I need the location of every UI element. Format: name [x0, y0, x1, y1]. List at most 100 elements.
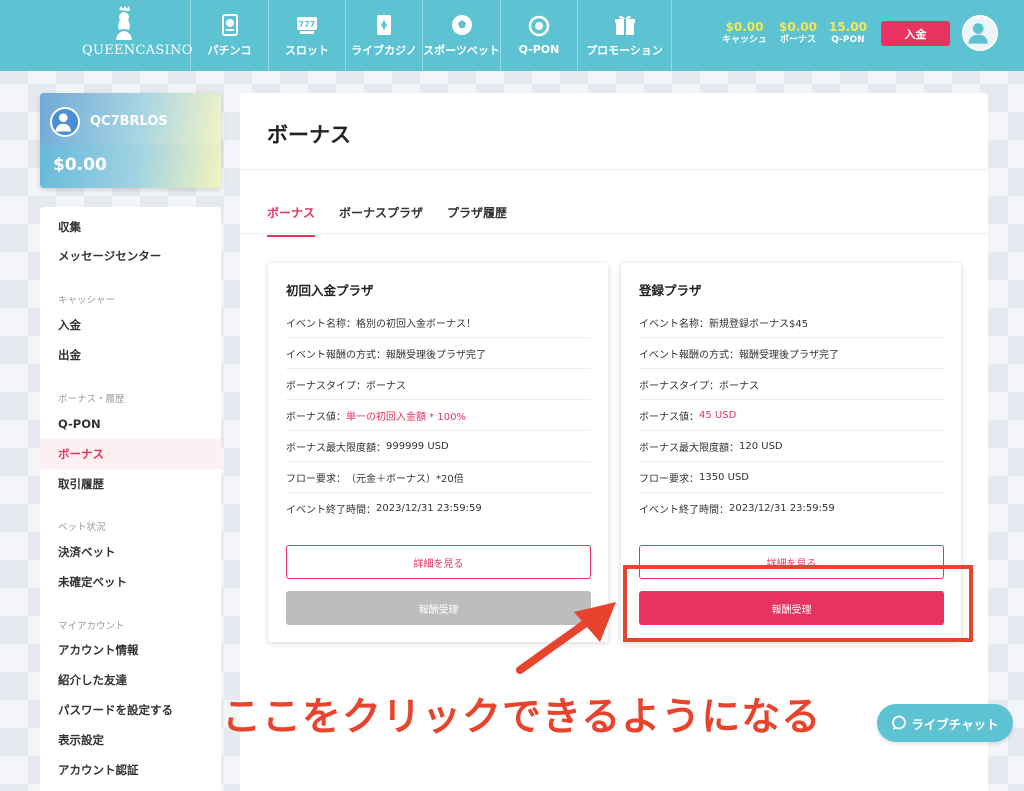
row-value: 報酬受理後プラザ完了 — [739, 349, 839, 361]
divider — [240, 169, 988, 170]
main-nav: パチンコ 777 スロット ライブカジノ スポーツベット Q-PON プロモーシ… — [190, 0, 672, 71]
row-label: イベント終了時間： — [639, 505, 729, 516]
card-row-end-time: イベント終了時間： 2023/12/31 23:59:59 — [286, 493, 591, 524]
queen-casino-logo[interactable]: QUEENCASINO — [0, 0, 193, 71]
row-value: 120 USD — [739, 440, 783, 452]
balance-amount: $0.00 — [725, 20, 764, 34]
nav-slot[interactable]: 777 スロット — [268, 0, 345, 71]
card-row-bonus-value: ボーナス値： 45 USD — [639, 400, 944, 431]
row-value: （元金＋ボーナス）*20倍 — [346, 473, 464, 485]
card-title: 初回入金プラザ — [286, 283, 374, 298]
card-row-end-time: イベント終了時間： 2023/12/31 23:59:59 — [639, 493, 944, 524]
sidebar-item-unsettled-bets[interactable]: 未確定ベット — [40, 567, 221, 597]
row-value: 格別の初回入金ボーナス！ — [356, 318, 476, 330]
row-label: イベント終了時間： — [286, 505, 376, 516]
row-label: イベント報酬の方式： — [639, 349, 739, 361]
card-row-reward-method: イベント報酬の方式： 報酬受理後プラザ完了 — [286, 338, 591, 369]
top-header: QUEENCASINO パチンコ 777 スロット ライブカジノ スポーツベット… — [0, 0, 1024, 71]
row-value: ボーナス — [719, 380, 759, 392]
sidebar-item-display-settings[interactable]: 表示設定 — [40, 725, 221, 755]
sidebar-item-qpon[interactable]: Q-PON — [40, 409, 221, 439]
annotation-caption: ここをクリックできるようになる — [222, 695, 822, 740]
card-row-bonus-value: ボーナス値： 単一の初回入金額 * 100% — [286, 400, 591, 431]
gift-icon — [614, 15, 635, 35]
account-sidebar: 収集 メッセージセンター キャッシャー 入金 出金 ボーナス・履歴 Q-PON … — [40, 207, 221, 791]
profile-avatar-icon — [50, 107, 80, 137]
qpon-icon — [528, 15, 550, 37]
sidebar-item-referred-friends[interactable]: 紹介した友達 — [40, 665, 221, 695]
row-label: フロー要求： — [286, 473, 346, 485]
first-deposit-plaza-card: 初回入金プラザ イベント名称： 格別の初回入金ボーナス！ イベント報酬の方式： 報酬… — [268, 263, 608, 642]
sidebar-item-withdraw[interactable]: 出金 — [40, 340, 221, 370]
card-row-event-name: イベント名称： 格別の初回入金ボーナス！ — [286, 307, 591, 338]
balance-summary: $0.00 キャッシュ $0.00 ボーナス 15.00 Q-PON — [722, 20, 879, 46]
slot-icon: 777 — [297, 16, 317, 34]
row-value: 45 USD — [699, 409, 737, 421]
balance-label: ボーナス — [779, 35, 816, 45]
card-row-reward-method: イベント報酬の方式： 報酬受理後プラザ完了 — [639, 338, 944, 369]
sidebar-item-set-password[interactable]: パスワードを設定する — [40, 695, 221, 725]
deposit-button[interactable]: 入金 — [881, 21, 950, 46]
row-value: 1350 USD — [699, 471, 749, 483]
balance-amount: 15.00 — [828, 20, 867, 34]
live-casino-icon — [377, 14, 391, 35]
qpon-balance: 15.00 Q-PON — [829, 20, 867, 46]
svg-text:777: 777 — [299, 20, 316, 29]
pachinko-icon — [221, 13, 238, 36]
annotation-highlight-box — [623, 565, 973, 642]
row-value: 報酬受理後プラザ完了 — [386, 349, 486, 361]
view-details-button[interactable]: 詳細を見る — [286, 545, 591, 579]
live-chat-label: ライブチャット — [911, 716, 999, 732]
balance-label: Q-PON — [831, 35, 865, 45]
nav-label: スロット — [285, 43, 329, 57]
sidebar-item-deposit[interactable]: 入金 — [40, 310, 221, 340]
nav-label: Q-PON — [518, 43, 560, 56]
divider — [240, 233, 988, 234]
balance-amount: $0.00 — [779, 20, 817, 34]
card-title: 登録プラザ — [639, 283, 702, 298]
user-avatar-icon[interactable] — [962, 15, 998, 51]
bonus-balance: $0.00 ボーナス — [779, 20, 817, 46]
sidebar-item-message-center[interactable]: メッセージセンター — [40, 241, 221, 271]
row-label: イベント名称： — [639, 318, 709, 330]
sidebar-item-collection[interactable]: 収集 — [40, 212, 221, 242]
card-row-bonus-type: ボーナスタイプ： ボーナス — [286, 369, 591, 400]
nav-qpon[interactable]: Q-PON — [500, 0, 577, 71]
row-label: ボーナス最大限度額： — [639, 442, 739, 454]
sidebar-item-bonus[interactable]: ボーナス — [40, 439, 221, 469]
card-row-event-name: イベント名称： 新規登録ボーナス$45 — [639, 307, 944, 338]
row-label: イベント名称： — [286, 318, 356, 330]
nav-label: ライブカジノ — [351, 43, 417, 57]
chat-bubble-icon — [892, 715, 907, 730]
logo-text: QUEENCASINO — [82, 43, 193, 58]
profile-username: QC7BRLOS — [90, 114, 168, 129]
nav-label: スポーツベット — [423, 43, 500, 57]
sidebar-item-settled-bets[interactable]: 決済ベット — [40, 537, 221, 567]
row-label: イベント報酬の方式： — [286, 349, 386, 361]
nav-pachinko[interactable]: パチンコ — [190, 0, 268, 71]
row-value: 2023/12/31 23:59:59 — [729, 503, 835, 514]
nav-live-casino[interactable]: ライブカジノ — [345, 0, 422, 71]
page-title: ボーナス — [267, 123, 351, 147]
row-value: 2023/12/31 23:59:59 — [376, 503, 482, 514]
row-value: 999999 USD — [386, 440, 449, 452]
live-chat-button[interactable]: ライブチャット — [877, 704, 1013, 742]
card-row-bonus-type: ボーナスタイプ： ボーナス — [639, 369, 944, 400]
nav-promotion[interactable]: プロモーション — [577, 0, 672, 71]
cash-balance: $0.00 キャッシュ — [722, 20, 767, 46]
card-row-bonus-max: ボーナス最大限度額： 120 USD — [639, 431, 944, 462]
sidebar-item-account-verification[interactable]: アカウント認証 — [40, 755, 221, 785]
row-value: ボーナス — [366, 380, 406, 392]
row-label: フロー要求： — [639, 473, 699, 485]
nav-sports-bet[interactable]: スポーツベット — [422, 0, 500, 71]
profile-balance: $0.00 — [53, 155, 107, 175]
row-label: ボーナスタイプ： — [639, 380, 719, 392]
sidebar-item-transaction-history[interactable]: 取引履歴 — [40, 469, 221, 499]
queen-silhouette-icon — [116, 6, 132, 40]
balance-label: キャッシュ — [722, 35, 768, 45]
row-value: 新規登録ボーナス$45 — [709, 318, 809, 330]
row-label: ボーナスタイプ： — [286, 380, 366, 392]
sidebar-item-account-info[interactable]: アカウント情報 — [40, 635, 221, 665]
row-value: 単一の初回入金額 * 100% — [346, 411, 466, 423]
nav-label: パチンコ — [207, 43, 252, 57]
